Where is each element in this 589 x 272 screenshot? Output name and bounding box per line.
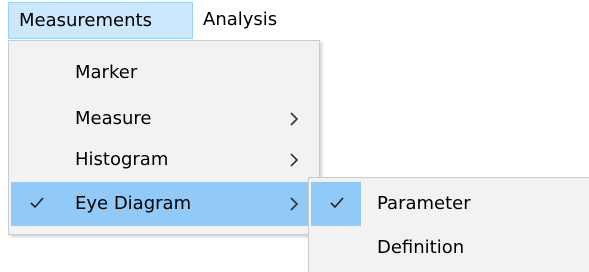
chevron-right-icon — [290, 197, 299, 211]
menu-item-parameter[interactable]: Parameter — [311, 182, 587, 226]
menu-item-eye-diagram[interactable]: Eye Diagram — [11, 182, 317, 226]
menu-item-histogram[interactable]: Histogram — [11, 138, 317, 182]
menu-item-histogram-label: Histogram — [75, 149, 169, 170]
menu-bar: Measurements Analysis — [0, 0, 589, 40]
measurements-dropdown: Marker Measure Histogram Eye Diagram — [8, 40, 320, 235]
chevron-right-icon — [290, 153, 299, 167]
check-column — [311, 182, 361, 226]
menu-item-marker-label: Marker — [75, 62, 138, 83]
menu-item-parameter-label: Parameter — [377, 193, 471, 214]
check-icon — [30, 197, 44, 209]
eye-diagram-submenu: Parameter Definition — [308, 177, 589, 272]
check-column — [11, 182, 61, 226]
menu-analysis[interactable]: Analysis — [193, 2, 303, 39]
menu-item-definition[interactable]: Definition — [311, 226, 587, 270]
menu-measurements-label: Measurements — [19, 10, 152, 31]
menu-item-measure[interactable]: Measure — [11, 97, 317, 141]
menu-item-measure-label: Measure — [75, 108, 152, 129]
menu-item-marker[interactable]: Marker — [11, 51, 317, 95]
check-icon — [330, 197, 344, 209]
menu-item-definition-label: Definition — [377, 237, 465, 258]
menu-measurements[interactable]: Measurements — [8, 2, 193, 39]
menu-item-eye-diagram-label: Eye Diagram — [75, 193, 192, 214]
chevron-right-icon — [290, 112, 299, 126]
menu-analysis-label: Analysis — [203, 9, 278, 30]
